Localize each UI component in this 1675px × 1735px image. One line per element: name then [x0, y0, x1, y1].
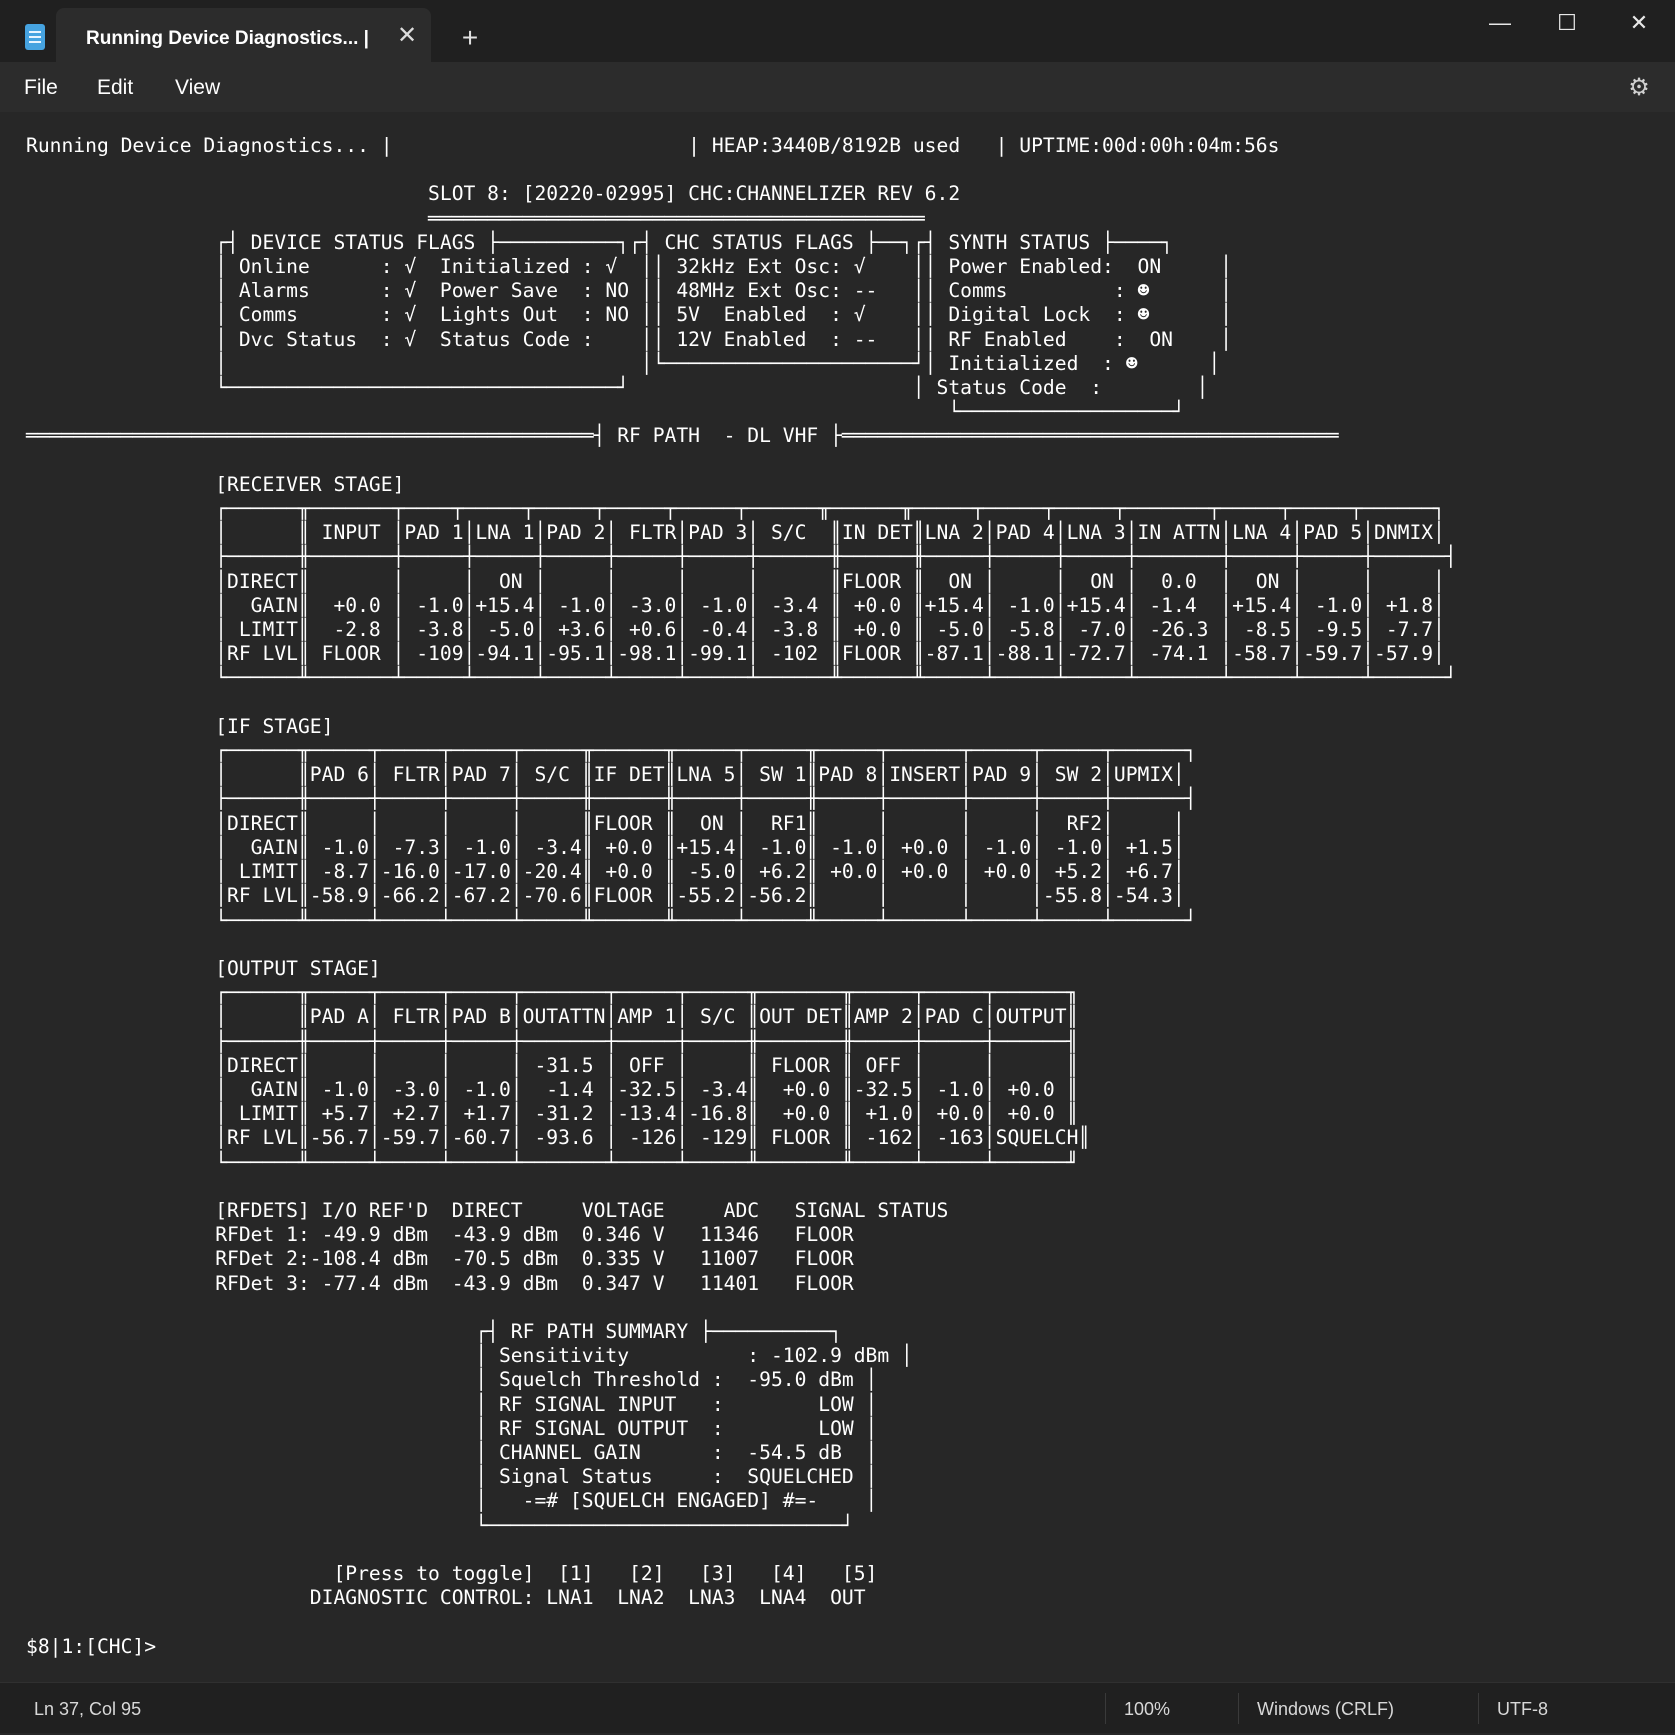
- text-line: RFDet 3: -77.4 dBm -43.9 dBm 0.347 V 114…: [26, 1271, 854, 1295]
- text-line: │ │└─────────────────────┘│ Initialized …: [26, 351, 1221, 375]
- text-line: ┌┤ DEVICE STATUS FLAGS ├──────────┐┌┤ CH…: [26, 230, 1173, 254]
- text-line: ┌──────╥─────┬─────┬─────┬─────╥──────╥─…: [26, 739, 1197, 763]
- text-line: └──────────────────┘: [26, 400, 1185, 424]
- menu-edit[interactable]: Edit: [97, 62, 133, 112]
- text-line: │ RF SIGNAL INPUT : LOW │: [26, 1392, 878, 1416]
- text-line: │ ║PAD A│ FLTR│PAD B│OUTATTN│AMP 1│ S/C …: [26, 1005, 1079, 1029]
- text-line: ┌──────╥─────┬─────┬─────┬───────┬─────┬…: [26, 981, 1079, 1005]
- text-line: │ GAIN║ -1.0│ -7.3│ -1.0│ -3.4║ +0.0 ║+1…: [26, 835, 1185, 859]
- text-line: │ Sensitivity : -102.9 dBm │: [26, 1344, 913, 1368]
- text-line: ├──────╫─────┼─────┼─────┼─────╫──────╫─…: [26, 787, 1197, 811]
- menu-view[interactable]: View: [175, 62, 220, 112]
- tab-title: Running Device Diagnostics... |: [86, 28, 369, 49]
- text-line: │ Alarms : √ Power Save : NO ││ 48MHz Ex…: [26, 279, 1233, 303]
- document-text: Running Device Diagnostics... | | HEAP:3…: [26, 134, 1457, 1659]
- text-line: [Press to toggle] [1] [2] [3] [4] [5]: [26, 1561, 878, 1585]
- text-line: │ Squelch Threshold : -95.0 dBm │: [26, 1368, 878, 1392]
- gear-icon[interactable]: ⚙: [1622, 73, 1656, 103]
- text-line: │DIRECT║ │ │ ON │ │ │ │ ║FLOOR ║ ON │ │ …: [26, 569, 1445, 593]
- menu-file[interactable]: File: [24, 62, 58, 112]
- text-line: │ -=# [SQUELCH ENGAGED] #=- │: [26, 1489, 878, 1513]
- text-line: ├──────╫─────┼─────┼─────┼───────┼─────┼…: [26, 1029, 1079, 1053]
- text-line: │ CHANNEL GAIN : -54.5 dB │: [26, 1440, 878, 1464]
- text-line: └──────────────────────────────┘: [26, 1513, 854, 1537]
- text-line: │DIRECT║ │ │ │ -31.5 │ OFF │ ║ FLOOR ║ O…: [26, 1053, 1079, 1077]
- notepad-app-icon: [25, 24, 45, 50]
- text-line: │ Comms : √ Lights Out : NO ││ 5V Enable…: [26, 303, 1233, 327]
- text-line: ├──────╫───────┼─────┼─────┼─────┼─────┼…: [26, 545, 1457, 569]
- text-line: └──────╨───────┴─────┴─────┴─────┴─────┴…: [26, 666, 1457, 690]
- zoom-level[interactable]: 100%: [1124, 1683, 1170, 1734]
- text-line: [IF STAGE]: [26, 714, 334, 738]
- text-line: ┌──────╥───────┬────┬─────┬─────┬─────┬─…: [26, 497, 1445, 521]
- text-line: ┌┤ RF PATH SUMMARY ├──────────┐: [26, 1319, 842, 1343]
- text-line: RFDet 1: -49.9 dBm -43.9 dBm 0.346 V 113…: [26, 1223, 854, 1247]
- close-button[interactable]: ✕: [1609, 4, 1669, 42]
- text-line: │ ║ INPUT │PAD 1│LNA 1│PAD 2│ FLTR│PAD 3…: [26, 521, 1445, 545]
- text-line: │RF LVL║-58.9│-66.2│-67.2│-70.6║FLOOR ║-…: [26, 884, 1185, 908]
- text-line: │ Signal Status : SQUELCHED │: [26, 1465, 878, 1489]
- text-line: │ LIMIT║ +5.7│ +2.7│ +1.7│ -31.2 │-13.4│…: [26, 1102, 1079, 1126]
- text-line: │RF LVL║-56.7│-59.7│-60.7│ -93.6 │ -126│…: [26, 1126, 1091, 1150]
- text-line: [RECEIVER STAGE]: [26, 472, 405, 496]
- text-line: [RFDETS] I/O REF'D DIRECT VOLTAGE ADC SI…: [26, 1198, 949, 1222]
- text-line: [OUTPUT STAGE]: [26, 956, 381, 980]
- cursor-position[interactable]: Ln 37, Col 95: [34, 1683, 141, 1734]
- status-bar: Ln 37, Col 95 100% Windows (CRLF) UTF-8: [0, 1682, 1675, 1733]
- text-line: RFDet 2:-108.4 dBm -70.5 dBm 0.335 V 110…: [26, 1247, 854, 1271]
- minimize-button[interactable]: —: [1470, 4, 1530, 42]
- line-ending[interactable]: Windows (CRLF): [1257, 1683, 1394, 1734]
- text-line: │ ║PAD 6│ FLTR│PAD 7│ S/C ║IF DET║LNA 5│…: [26, 763, 1185, 787]
- text-line: Running Device Diagnostics... | | HEAP:3…: [26, 134, 1280, 157]
- text-line: │ GAIN║ +0.0 │ -1.0│+15.4│ -1.0│ -3.0│ -…: [26, 593, 1445, 617]
- text-line: └─────────────────────────────────┘ │ St…: [26, 376, 1209, 400]
- status-divider: [1478, 1693, 1479, 1724]
- maximize-button[interactable]: ☐: [1537, 4, 1597, 42]
- status-divider: [1105, 1693, 1106, 1724]
- text-line: │DIRECT║ │ │ │ ║FLOOR ║ ON │ RF1║ │ │ │ …: [26, 811, 1185, 835]
- text-line: │RF LVL║ FLOOR │ -109│-94.1│-95.1│-98.1│…: [26, 642, 1445, 666]
- encoding[interactable]: UTF-8: [1497, 1683, 1548, 1734]
- tab-close-icon[interactable]: ✕: [389, 18, 425, 54]
- text-line: │ Online : √ Initialized : √ ││ 32kHz Ex…: [26, 255, 1233, 279]
- text-line: │ Dvc Status : √ Status Code : ││ 12V En…: [26, 327, 1233, 351]
- text-line: │ LIMIT║ -2.8 │ -3.8│ -5.0│ +3.6│ +0.6│ …: [26, 618, 1445, 642]
- status-divider: [1238, 1693, 1239, 1724]
- tab-document[interactable]: Running Device Diagnostics... | ✕: [56, 8, 431, 62]
- text-line: └──────╨─────┴─────┴─────┴───────┴─────┴…: [26, 1150, 1079, 1174]
- menu-bar: File Edit View ⚙: [0, 62, 1675, 112]
- text-line: │ LIMIT║ -8.7│-16.0│-17.0│-20.4║ +0.0 ║ …: [26, 860, 1185, 884]
- text-line: ════════════════════════════════════════…: [26, 424, 1339, 448]
- text-line: DIAGNOSTIC CONTROL: LNA1 LNA2 LNA3 LNA4 …: [26, 1586, 866, 1610]
- text-line: ════════════════════════════════════════…: [26, 206, 925, 230]
- text-line: │ GAIN║ -1.0│ -3.0│ -1.0│ -1.4 │-32.5│ -…: [26, 1077, 1079, 1101]
- text-line: └──────╨─────┴─────┴─────┴─────╨──────╨─…: [26, 908, 1197, 932]
- title-bar: Running Device Diagnostics... | ✕ + — ☐ …: [0, 0, 1675, 62]
- text-line: $8|1:[CHC]>: [26, 1634, 157, 1658]
- text-line: SLOT 8: [20220-02995] CHC:CHANNELIZER RE…: [26, 182, 961, 206]
- text-line: │ RF SIGNAL OUTPUT : LOW │: [26, 1416, 878, 1440]
- text-editor[interactable]: Running Device Diagnostics... | | HEAP:3…: [0, 112, 1675, 1682]
- new-tab-button[interactable]: +: [452, 18, 488, 58]
